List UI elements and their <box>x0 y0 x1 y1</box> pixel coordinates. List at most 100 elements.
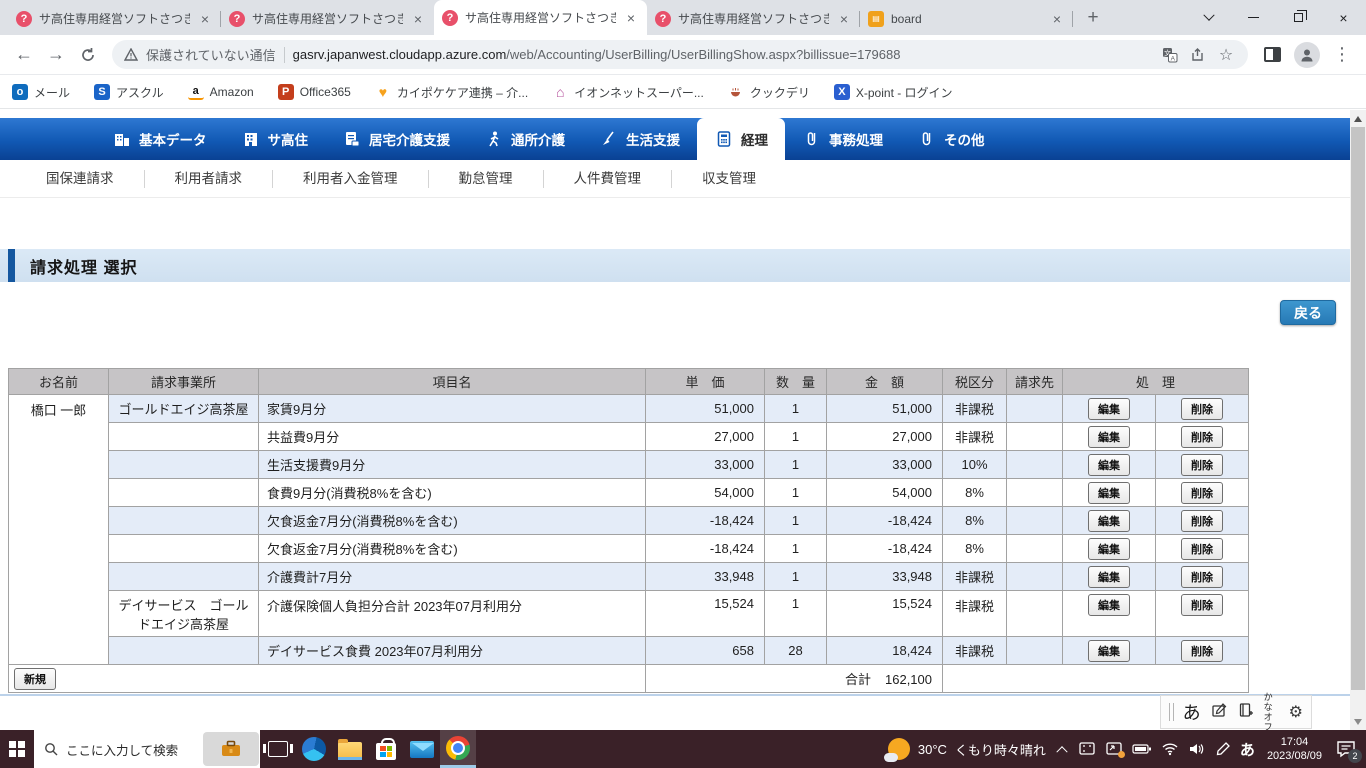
nav-tab-others[interactable]: その他 <box>900 118 1002 160</box>
window-minimize-button[interactable] <box>1231 0 1276 35</box>
edit-button[interactable]: 編集 <box>1088 481 1130 504</box>
tab-close-icon[interactable]: × <box>410 11 426 27</box>
tray-expand-chevron-icon[interactable] <box>1056 746 1068 758</box>
folder-icon <box>338 738 362 760</box>
taskbar-weather[interactable]: 30°C くもり時々晴れ <box>883 738 1046 762</box>
bookmark-office365[interactable]: P Office365 <box>277 84 351 100</box>
window-close-button[interactable]: × <box>1321 0 1366 35</box>
table-row: 介護費計7月分 33,948 1 33,948 非課税 編集 削除 <box>9 562 1249 591</box>
edit-button[interactable]: 編集 <box>1088 509 1130 532</box>
forward-nav-icon[interactable]: → <box>40 39 72 71</box>
ime-kana-toggle[interactable]: かな オフ <box>1264 692 1280 732</box>
nav-tab-day-care[interactable]: 通所介護 <box>467 118 582 160</box>
bookmark-cookdeli[interactable]: クックデリ <box>727 84 810 101</box>
edit-button[interactable]: 編集 <box>1088 565 1130 588</box>
bookmark-xpoint[interactable]: X X-point - ログイン <box>833 84 953 101</box>
delete-button[interactable]: 削除 <box>1181 453 1223 476</box>
bookmark-aeon[interactable]: ⌂ イオンネットスーパー... <box>552 84 704 101</box>
nav-tab-sakoju[interactable]: サ高住 <box>224 118 326 160</box>
subnav-attendance[interactable]: 勤怠管理 <box>429 170 544 188</box>
delete-button[interactable]: 削除 <box>1181 425 1223 448</box>
bookmark-amazon[interactable]: a Amazon <box>187 84 254 100</box>
cast-screen-icon[interactable] <box>1105 741 1125 758</box>
file-explorer-button[interactable] <box>332 730 368 768</box>
nav-tab-home-care-support[interactable]: 居宅介護支援 <box>325 118 467 160</box>
scroll-up-arrow-icon[interactable] <box>1350 110 1366 127</box>
new-button[interactable]: 新規 <box>14 667 56 690</box>
profile-avatar[interactable] <box>1294 41 1320 68</box>
edit-button[interactable]: 編集 <box>1088 425 1130 448</box>
edit-button[interactable]: 編集 <box>1088 397 1130 420</box>
chrome-button-active[interactable] <box>440 730 476 768</box>
microsoft-store-button[interactable] <box>368 730 404 768</box>
nav-tab-life-support[interactable]: 生活支援 <box>582 118 697 160</box>
refresh-icon[interactable] <box>72 39 104 71</box>
taskbar-clock[interactable]: 17:04 2023/08/09 <box>1267 735 1322 763</box>
tablet-mode-icon[interactable] <box>1078 741 1096 757</box>
delete-button[interactable]: 削除 <box>1181 639 1223 662</box>
ime-mode-indicator[interactable]: あ <box>1183 699 1201 725</box>
subnav-income-expense[interactable]: 収支管理 <box>672 170 786 188</box>
search-highlight-briefcase-icon[interactable] <box>203 732 259 766</box>
nav-tab-office-work[interactable]: 事務処理 <box>785 118 900 160</box>
pen-icon[interactable] <box>1215 741 1231 757</box>
tab-close-icon[interactable]: × <box>197 11 213 27</box>
bookmark-mail[interactable]: o メール <box>12 84 70 101</box>
subnav-user-billing[interactable]: 利用者請求 <box>145 170 273 188</box>
nav-tab-accounting-active[interactable]: 経理 <box>697 118 785 160</box>
delete-button[interactable]: 削除 <box>1181 537 1223 560</box>
scrollbar-thumb[interactable] <box>1351 127 1365 690</box>
mail-button[interactable] <box>404 730 440 768</box>
share-icon[interactable] <box>1188 45 1208 65</box>
volume-icon[interactable] <box>1188 742 1206 756</box>
browser-tab-4[interactable]: ? サ高住専用経営ソフトさつきちゃ × <box>647 2 860 35</box>
edit-button[interactable]: 編集 <box>1088 453 1130 476</box>
address-bar[interactable]: 保護されていない通信 gasrv.japanwest.cloudapp.azur… <box>112 40 1248 69</box>
edit-button[interactable]: 編集 <box>1088 639 1130 662</box>
action-center-button[interactable]: 2 <box>1334 737 1362 763</box>
delete-button[interactable]: 削除 <box>1181 509 1223 532</box>
start-button[interactable] <box>0 730 34 768</box>
ime-pen-tool-icon[interactable] <box>1210 701 1228 724</box>
battery-icon[interactable] <box>1132 742 1152 756</box>
edit-button[interactable]: 編集 <box>1088 537 1130 560</box>
page-scrollbar[interactable] <box>1350 110 1366 730</box>
edit-button[interactable]: 編集 <box>1088 594 1130 616</box>
delete-button[interactable]: 削除 <box>1181 397 1223 420</box>
ime-dictionary-icon[interactable] <box>1237 701 1255 724</box>
subnav-user-payment[interactable]: 利用者入金管理 <box>273 170 429 188</box>
side-panel-icon[interactable] <box>1256 39 1288 71</box>
tab-close-icon[interactable]: × <box>623 10 639 26</box>
ime-settings-gear-icon[interactable]: ⚙ <box>1289 702 1303 722</box>
taskbar-search-box[interactable]: ここに入力して検索 <box>34 730 260 768</box>
browser-tab-1[interactable]: ? サ高住専用経営ソフトさつきちゃ × <box>8 2 221 35</box>
browser-tab-2[interactable]: ? サ高住専用経営ソフトさつきちゃ × <box>221 2 434 35</box>
tab-close-icon[interactable]: × <box>836 11 852 27</box>
bookmark-askul[interactable]: S アスクル <box>94 84 164 101</box>
subnav-kokuhoren[interactable]: 国保連請求 <box>16 170 145 188</box>
svg-text:A: A <box>1171 55 1176 62</box>
back-nav-icon[interactable]: ← <box>8 39 40 71</box>
ime-drag-handle[interactable] <box>1169 703 1174 721</box>
translate-icon[interactable]: 文A <box>1160 45 1180 65</box>
browser-tab-5[interactable]: ▤ board × <box>860 2 1073 35</box>
nav-tab-basic-data[interactable]: 基本データ <box>95 118 224 160</box>
browser-tab-3-active[interactable]: ? サ高住専用経営ソフトさつきちゃ × <box>434 0 647 35</box>
wifi-icon[interactable] <box>1161 742 1179 756</box>
back-button[interactable]: 戻る <box>1280 300 1336 325</box>
new-tab-button[interactable]: + <box>1079 4 1107 32</box>
delete-button[interactable]: 削除 <box>1181 594 1223 616</box>
delete-button[interactable]: 削除 <box>1181 481 1223 504</box>
scroll-down-arrow-icon[interactable] <box>1350 713 1366 730</box>
task-view-button[interactable] <box>260 730 296 768</box>
bookmark-kaipoke[interactable]: ♥ カイポケケア連携 – 介... <box>374 84 528 101</box>
ime-tray-indicator[interactable]: あ <box>1240 739 1255 760</box>
edge-button[interactable] <box>296 730 332 768</box>
window-restore-button[interactable] <box>1276 0 1321 35</box>
tab-close-icon[interactable]: × <box>1049 11 1065 27</box>
bookmark-star-icon[interactable]: ☆ <box>1216 45 1236 65</box>
tab-search-chevron-icon[interactable] <box>1186 0 1231 35</box>
subnav-personnel-cost[interactable]: 人件費管理 <box>544 170 672 188</box>
browser-menu-kebab-icon[interactable]: ⋮ <box>1326 39 1358 71</box>
delete-button[interactable]: 削除 <box>1181 565 1223 588</box>
